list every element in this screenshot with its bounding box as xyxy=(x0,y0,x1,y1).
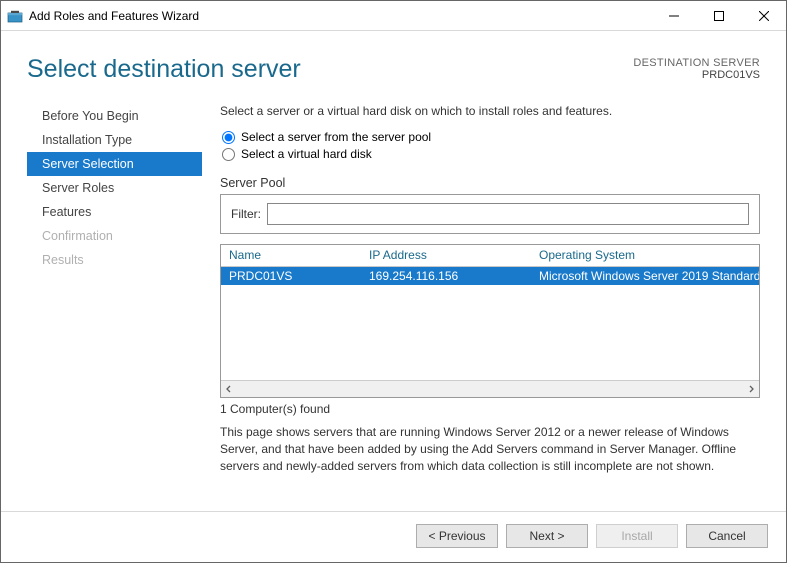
header: Select destination server DESTINATION SE… xyxy=(1,31,786,84)
nav-before-you-begin[interactable]: Before You Begin xyxy=(27,104,202,128)
radio-vhd-input[interactable] xyxy=(222,148,235,161)
col-os-header[interactable]: Operating System xyxy=(529,248,759,262)
server-grid: Name IP Address Operating System PRDC01V… xyxy=(220,244,760,398)
install-button: Install xyxy=(596,524,678,548)
body: Before You Begin Installation Type Serve… xyxy=(1,84,786,511)
nav-features[interactable]: Features xyxy=(27,200,202,224)
radio-server-pool-input[interactable] xyxy=(222,131,235,144)
nav-server-roles[interactable]: Server Roles xyxy=(27,176,202,200)
col-ip-header[interactable]: IP Address xyxy=(369,248,529,262)
radio-vhd[interactable]: Select a virtual hard disk xyxy=(220,147,760,161)
scroll-left-icon[interactable] xyxy=(221,381,237,397)
next-button[interactable]: Next > xyxy=(506,524,588,548)
destination-label: DESTINATION SERVER xyxy=(633,57,760,69)
destination-box: DESTINATION SERVER PRDC01VS xyxy=(633,55,760,81)
radio-vhd-label: Select a virtual hard disk xyxy=(241,147,372,161)
cell-os: Microsoft Windows Server 2019 Standard E… xyxy=(529,269,759,283)
radio-server-pool[interactable]: Select a server from the server pool xyxy=(220,130,760,144)
cancel-button[interactable]: Cancel xyxy=(686,524,768,548)
col-name-header[interactable]: Name xyxy=(221,248,369,262)
maximize-button[interactable] xyxy=(696,1,741,30)
explanation-text: This page shows servers that are running… xyxy=(220,424,760,474)
nav-server-selection[interactable]: Server Selection xyxy=(27,152,202,176)
computers-found: 1 Computer(s) found xyxy=(220,402,760,416)
nav-confirmation: Confirmation xyxy=(27,224,202,248)
content: Select a server or a virtual hard disk o… xyxy=(202,104,760,511)
cell-ip: 169.254.116.156 xyxy=(369,269,529,283)
page-title: Select destination server xyxy=(27,55,633,84)
instruction-text: Select a server or a virtual hard disk o… xyxy=(220,104,760,118)
destination-value: PRDC01VS xyxy=(633,69,760,81)
close-button[interactable] xyxy=(741,1,786,30)
radio-server-pool-label: Select a server from the server pool xyxy=(241,130,431,144)
cell-name: PRDC01VS xyxy=(221,269,369,283)
filter-label: Filter: xyxy=(231,207,261,221)
scroll-right-icon[interactable] xyxy=(743,381,759,397)
window-controls xyxy=(651,1,786,30)
app-icon xyxy=(7,8,23,24)
filter-input[interactable] xyxy=(267,203,749,225)
scroll-track[interactable] xyxy=(237,381,743,397)
filter-box: Filter: xyxy=(220,194,760,234)
nav-installation-type[interactable]: Installation Type xyxy=(27,128,202,152)
window-title: Add Roles and Features Wizard xyxy=(29,9,651,23)
wizard-window: Add Roles and Features Wizard Select des… xyxy=(0,0,787,563)
grid-row[interactable]: PRDC01VS 169.254.116.156 Microsoft Windo… xyxy=(221,267,759,285)
grid-header: Name IP Address Operating System xyxy=(221,245,759,267)
previous-button[interactable]: < Previous xyxy=(416,524,498,548)
footer: < Previous Next > Install Cancel xyxy=(1,511,786,562)
wizard-nav: Before You Begin Installation Type Serve… xyxy=(27,104,202,511)
horizontal-scrollbar[interactable] xyxy=(221,380,759,397)
minimize-button[interactable] xyxy=(651,1,696,30)
nav-results: Results xyxy=(27,248,202,272)
titlebar: Add Roles and Features Wizard xyxy=(1,1,786,31)
server-pool-label: Server Pool xyxy=(220,176,760,190)
grid-body: PRDC01VS 169.254.116.156 Microsoft Windo… xyxy=(221,267,759,380)
